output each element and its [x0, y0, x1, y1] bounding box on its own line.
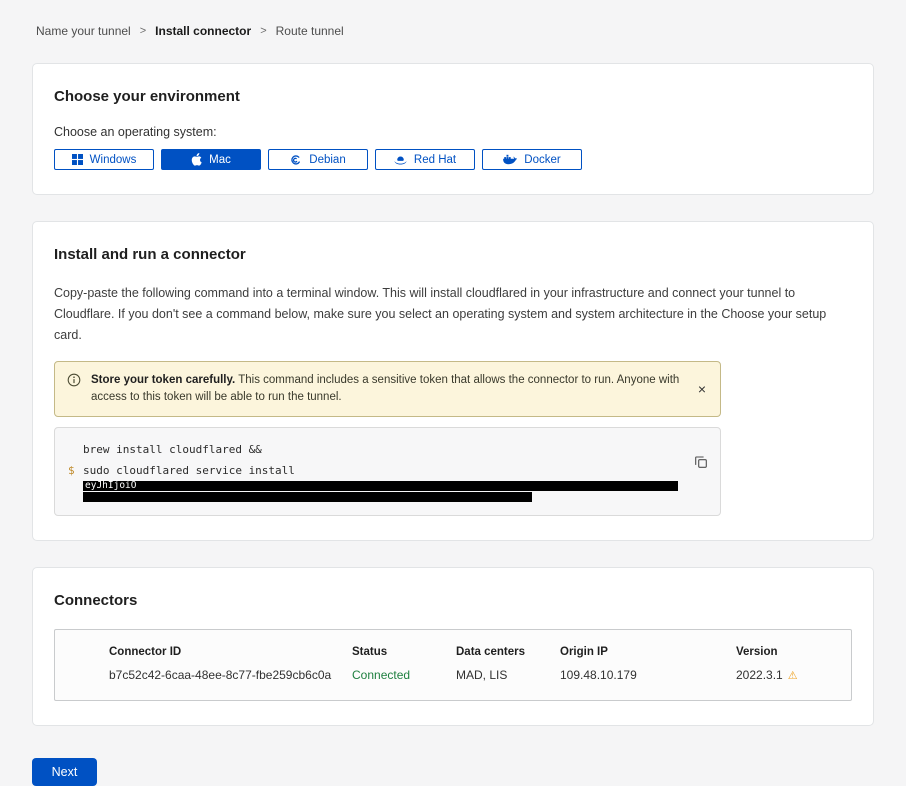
breadcrumb-step-route-tunnel[interactable]: Route tunnel	[276, 24, 344, 38]
windows-icon	[72, 154, 83, 165]
redacted-token-bar	[83, 492, 532, 502]
os-button-label: Red Hat	[414, 154, 456, 166]
redacted-token-bar: eyJhIjoiO	[83, 481, 678, 491]
os-button-label: Mac	[209, 154, 231, 166]
data-centers-cell: MAD, LIS	[456, 668, 560, 682]
breadcrumb-step-name-your-tunnel[interactable]: Name your tunnel	[36, 24, 131, 38]
code-text: sudo cloudflared service install	[83, 462, 295, 479]
code-line-service-install: $ sudo cloudflared service install	[68, 462, 680, 479]
code-line-token: eyJhIjoiO	[68, 479, 680, 491]
breadcrumb-separator: >	[140, 25, 146, 37]
os-button-label: Debian	[309, 154, 345, 166]
breadcrumb: Name your tunnel > Install connector > R…	[0, 0, 906, 38]
connectors-card: Connectors Connector ID Status Data cent…	[32, 567, 874, 726]
connector-id-cell: b7c52c42-6caa-48ee-8c77-fbe259cb6c0a	[109, 668, 352, 682]
header-status: Status	[352, 646, 456, 658]
os-button-docker[interactable]: Docker	[482, 149, 582, 170]
header-data-centers: Data centers	[456, 646, 560, 658]
token-warning-banner: Store your token carefully. This command…	[54, 361, 721, 417]
install-command-codeblock: brew install cloudflared && $ sudo cloud…	[54, 427, 721, 516]
os-button-mac[interactable]: Mac	[161, 149, 261, 170]
header-origin-ip: Origin IP	[560, 646, 736, 658]
connectors-table: Connector ID Status Data centers Origin …	[54, 629, 852, 701]
version-value: 2022.3.1	[736, 668, 783, 682]
docker-icon	[503, 154, 517, 165]
choose-environment-card: Choose your environment Choose an operat…	[32, 63, 874, 195]
connectors-card-title: Connectors	[54, 592, 852, 609]
table-header-row: Connector ID Status Data centers Origin …	[109, 646, 851, 658]
code-line-brew: brew install cloudflared &&	[68, 441, 680, 458]
apple-icon	[191, 153, 202, 166]
os-button-windows[interactable]: Windows	[54, 149, 154, 170]
code-line-token-continued	[68, 491, 680, 502]
os-button-redhat[interactable]: Red Hat	[375, 149, 475, 170]
version-cell: 2022.3.1 ⚠	[736, 668, 851, 682]
version-warning-icon: ⚠	[788, 669, 798, 682]
header-connector-id: Connector ID	[109, 646, 352, 658]
debian-icon	[290, 154, 302, 166]
code-gutter	[68, 441, 83, 458]
os-button-label: Docker	[524, 154, 560, 166]
status-badge: Connected	[352, 668, 456, 682]
warning-text-bold: Store your token carefully.	[91, 374, 235, 386]
warning-text: Store your token carefully. This command…	[91, 372, 686, 406]
install-connector-card: Install and run a connector Copy-paste t…	[32, 221, 874, 541]
install-card-title: Install and run a connector	[54, 246, 852, 263]
shell-prompt: $	[68, 462, 83, 479]
table-row: b7c52c42-6caa-48ee-8c77-fbe259cb6c0a Con…	[109, 668, 851, 682]
token-prefix: eyJhIjoiO	[85, 480, 136, 492]
code-text: brew install cloudflared &&	[83, 441, 262, 458]
os-button-debian[interactable]: Debian	[268, 149, 368, 170]
page: Name your tunnel > Install connector > R…	[0, 0, 906, 786]
os-button-group: Windows Mac Debian Red Hat	[54, 149, 852, 170]
breadcrumb-step-install-connector[interactable]: Install connector	[155, 24, 251, 38]
os-select-label: Choose an operating system:	[54, 125, 852, 139]
copy-icon[interactable]	[694, 455, 708, 472]
os-button-label: Windows	[90, 154, 137, 166]
redhat-icon	[394, 155, 407, 165]
origin-ip-cell: 109.48.10.179	[560, 668, 736, 682]
next-button[interactable]: Next	[32, 758, 97, 786]
info-icon	[67, 373, 81, 393]
close-icon[interactable]: ×	[696, 382, 708, 396]
breadcrumb-separator: >	[260, 25, 266, 37]
environment-card-title: Choose your environment	[54, 88, 852, 105]
header-version: Version	[736, 646, 851, 658]
install-description: Copy-paste the following command into a …	[54, 283, 849, 346]
